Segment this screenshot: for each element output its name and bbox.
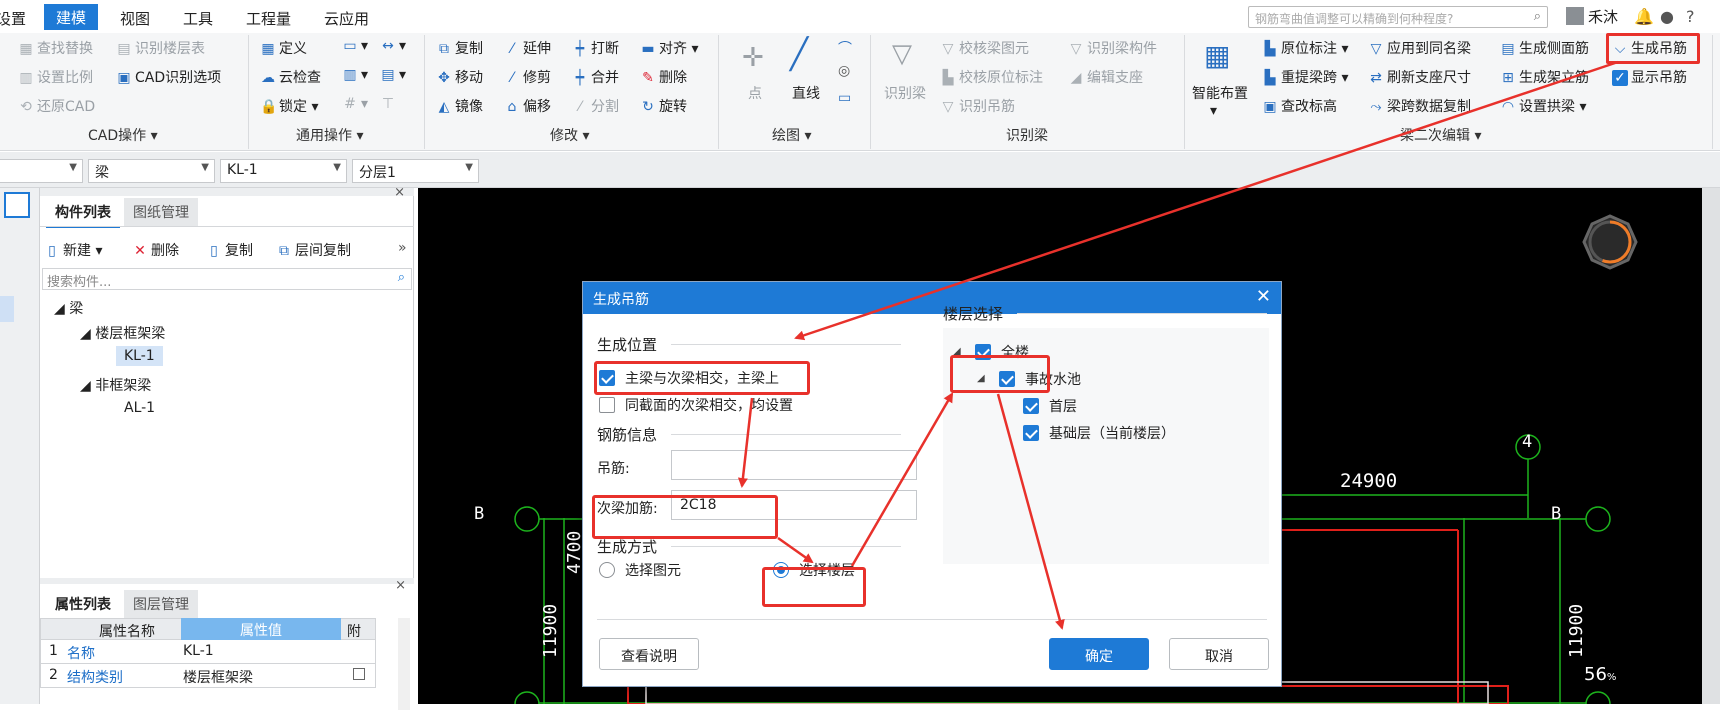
- arrow-to-all-floors: [850, 392, 954, 567]
- arrow-to-position: [794, 60, 1619, 341]
- annotation-arrows: [737, 60, 1619, 630]
- arrow-to-select-floor: [777, 536, 814, 564]
- arrow-to-ok: [996, 393, 1065, 630]
- arrow-to-secondary-add: [737, 397, 754, 488]
